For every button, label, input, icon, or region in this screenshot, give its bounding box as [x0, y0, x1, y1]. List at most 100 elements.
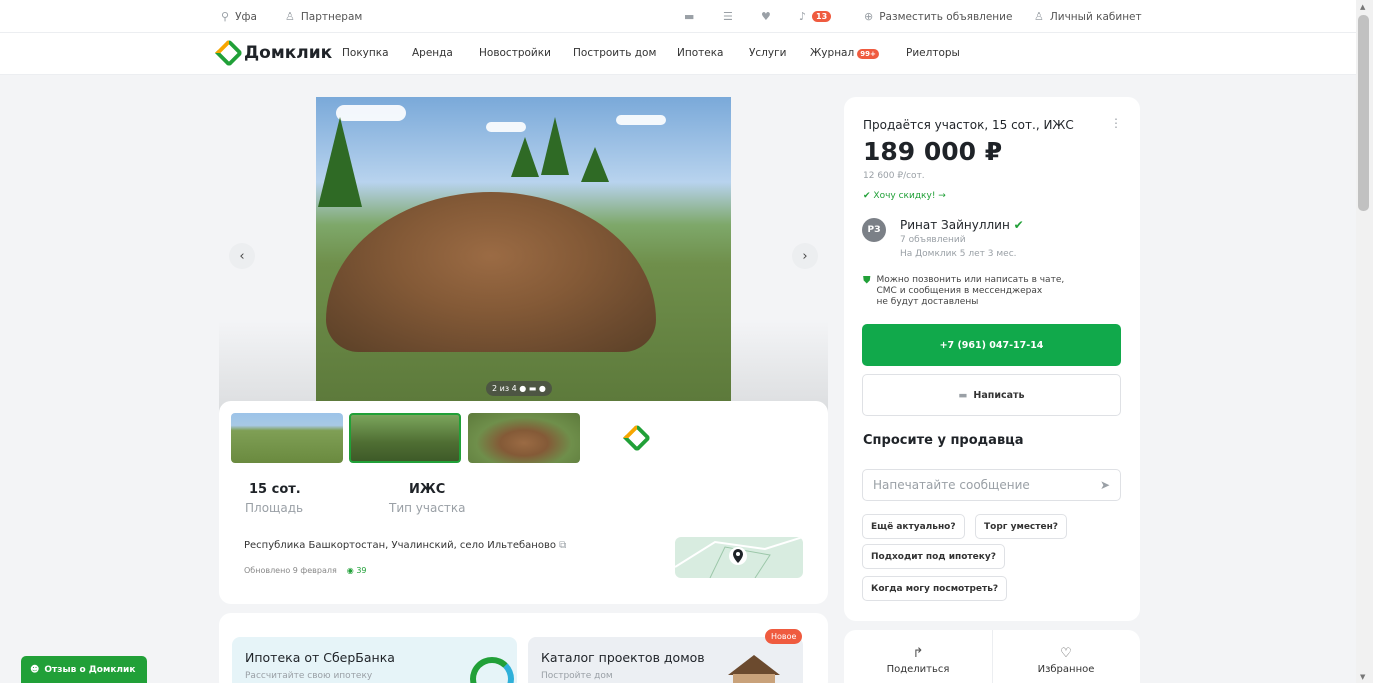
area-label: Площадь [245, 501, 304, 515]
write-label: Написать [973, 389, 1025, 401]
plot-type-value: ИЖС [409, 482, 446, 497]
house-icon [733, 674, 775, 683]
discount-link[interactable]: ✔ Хочу скидку! → [863, 191, 946, 201]
listing-info-card: 15 сот. Площадь ИЖС Тип участка Республи… [219, 401, 828, 604]
cabinet-label: Личный кабинет [1049, 10, 1142, 23]
quick-question-chip[interactable]: Когда могу посмотреть? [862, 576, 1008, 601]
tree [511, 137, 539, 177]
scroll-thumb[interactable] [1358, 15, 1369, 211]
feedback-button[interactable]: ☻ Отзыв о Домклик [21, 656, 147, 683]
contact-note-line: СМС и сообщения в мессенджерах [876, 286, 1043, 296]
thumbnail-2[interactable] [349, 413, 461, 463]
partners-label: Партнерам [300, 10, 363, 23]
map-graphic [675, 537, 803, 578]
eye-icon: ◉ [346, 566, 354, 575]
city-selector[interactable]: ⚲ Уфа [221, 10, 257, 23]
views-count: ◉ 39 [347, 566, 367, 575]
favorite-label: Избранное [1037, 664, 1095, 675]
favorite-button[interactable]: ♡ Избранное [992, 646, 1140, 675]
share-icon: ↱ [912, 646, 924, 661]
chevron-right-icon: › [802, 248, 808, 264]
contact-note-line: не будут доставлены [876, 297, 979, 307]
cabinet-link[interactable]: ♙ Личный кабинет [1034, 10, 1142, 23]
area-value: 15 сот. [249, 482, 301, 497]
shield-icon: ⛊ [863, 275, 871, 286]
address: Республика Башкортостан, Учалинский, сел… [244, 540, 566, 551]
check-circle-icon: ✔ [863, 191, 871, 201]
nav-item-buy[interactable]: Покупка [342, 47, 389, 59]
quick-question-chip[interactable]: Ещё актуально? [862, 514, 965, 539]
nav-item-new-buildings[interactable]: Новостройки [479, 47, 551, 59]
copy-icon[interactable]: ⧉ [559, 540, 566, 551]
nav-journal-label: Журнал [810, 47, 855, 59]
nav-item-realtors[interactable]: Риелторы [906, 47, 960, 59]
more-options-icon[interactable]: ⋮ [1110, 116, 1122, 130]
send-icon[interactable]: ➤ [1100, 478, 1110, 492]
photo-counter-text: 2 из 4 [492, 384, 517, 393]
ask-seller-title: Спросите у продавца [863, 433, 1024, 448]
scroll-down-icon[interactable]: ▼ [1360, 673, 1365, 681]
listing-meta: Обновлено 9 февраля ◉ 39 [244, 566, 367, 575]
offer-card: Продаётся участок, 15 сот., ИЖС ⋮ 189 00… [844, 97, 1140, 621]
location-pin-icon: ⚲ [221, 10, 230, 23]
catalog-promo[interactable]: Каталог проектов домов Постройте дом [528, 637, 803, 683]
notifications-button[interactable]: ♪ 13 [799, 10, 832, 23]
nav-item-build-house[interactable]: Построить дом [573, 47, 656, 59]
phone-button[interactable]: +7 (961) 047-17-14 [862, 324, 1121, 366]
scrollbar[interactable]: ▲ ▼ [1356, 0, 1373, 683]
thumbnail-3[interactable] [468, 413, 580, 463]
gallery-next-button[interactable]: › [792, 243, 818, 269]
city-label: Уфа [235, 10, 257, 23]
message-icon: ▬ [958, 389, 968, 401]
house-roof-icon [728, 655, 780, 675]
heart-icon: ♡ [1060, 646, 1072, 661]
avatar[interactable]: РЗ [862, 218, 886, 242]
nav-item-rent[interactable]: Аренда [412, 47, 453, 59]
plus-circle-icon: ⊕ [864, 10, 874, 23]
mortgage-promo[interactable]: Ипотека от СберБанка Рассчитайте свою ип… [232, 637, 517, 683]
chat-icon: ▬ [684, 10, 695, 23]
views-number: 39 [356, 566, 367, 575]
offer-title: Продаётся участок, 15 сот., ИЖС [863, 118, 1074, 132]
logo[interactable]: Домклик [214, 38, 333, 68]
seller-name[interactable]: Ринат Зайнуллин ✔ [900, 218, 1024, 232]
domclick-logo-icon [622, 423, 652, 453]
journal-badge: 99+ [857, 49, 879, 59]
scroll-up-icon[interactable]: ▲ [1360, 3, 1365, 11]
thumbnail-1[interactable] [231, 413, 343, 463]
post-ad-link[interactable]: ⊕ Разместить объявление [864, 10, 1012, 23]
verified-icon: ✔ [1013, 218, 1024, 232]
mini-map[interactable] [675, 537, 803, 578]
tree [581, 147, 609, 182]
quick-question-chip[interactable]: Подходит под ипотеку? [862, 544, 1005, 569]
gallery-prev-button[interactable]: ‹ [229, 243, 255, 269]
listing-photo[interactable] [316, 97, 731, 401]
seller-ads-count: 7 объявлений [900, 235, 966, 245]
favorites-button[interactable]: ♥ [761, 10, 771, 23]
cloud [616, 115, 666, 125]
mortgage-promo-subtitle: Рассчитайте свою ипотеку [245, 671, 373, 681]
updated-date: Обновлено 9 февраля [244, 566, 337, 575]
share-button[interactable]: ↱ Поделиться [844, 646, 992, 675]
cloud [486, 122, 526, 132]
share-label: Поделиться [886, 664, 950, 675]
partners-link[interactable]: ♙ Партнерам [285, 10, 362, 23]
write-button[interactable]: ▬ Написать [862, 374, 1121, 416]
feedback-label: Отзыв о Домклик [44, 664, 136, 675]
person-icon: ♙ [285, 10, 295, 23]
nav-item-mortgage[interactable]: Ипотека [677, 47, 724, 59]
nav-item-services[interactable]: Услуги [749, 47, 786, 59]
quick-question-chip[interactable]: Торг уместен? [975, 514, 1068, 539]
tree [318, 117, 362, 207]
compare-button[interactable]: ☰ [723, 10, 733, 23]
compare-icon: ☰ [723, 10, 733, 23]
feedback-icon: ☻ [30, 664, 40, 675]
post-ad-label: Разместить объявление [879, 10, 1013, 23]
chat-button[interactable]: ▬ [684, 10, 694, 23]
address-text: Республика Башкортостан, Учалинский, сел… [244, 540, 556, 551]
message-input[interactable]: Напечатайте сообщение ➤ [862, 469, 1121, 501]
photo-counter: 2 из 4 ● ▬ ● [486, 381, 552, 396]
heart-icon: ♥ [761, 10, 771, 23]
logo-text: Домклик [244, 43, 333, 63]
nav-item-journal[interactable]: Журнал 99+ [810, 47, 879, 59]
